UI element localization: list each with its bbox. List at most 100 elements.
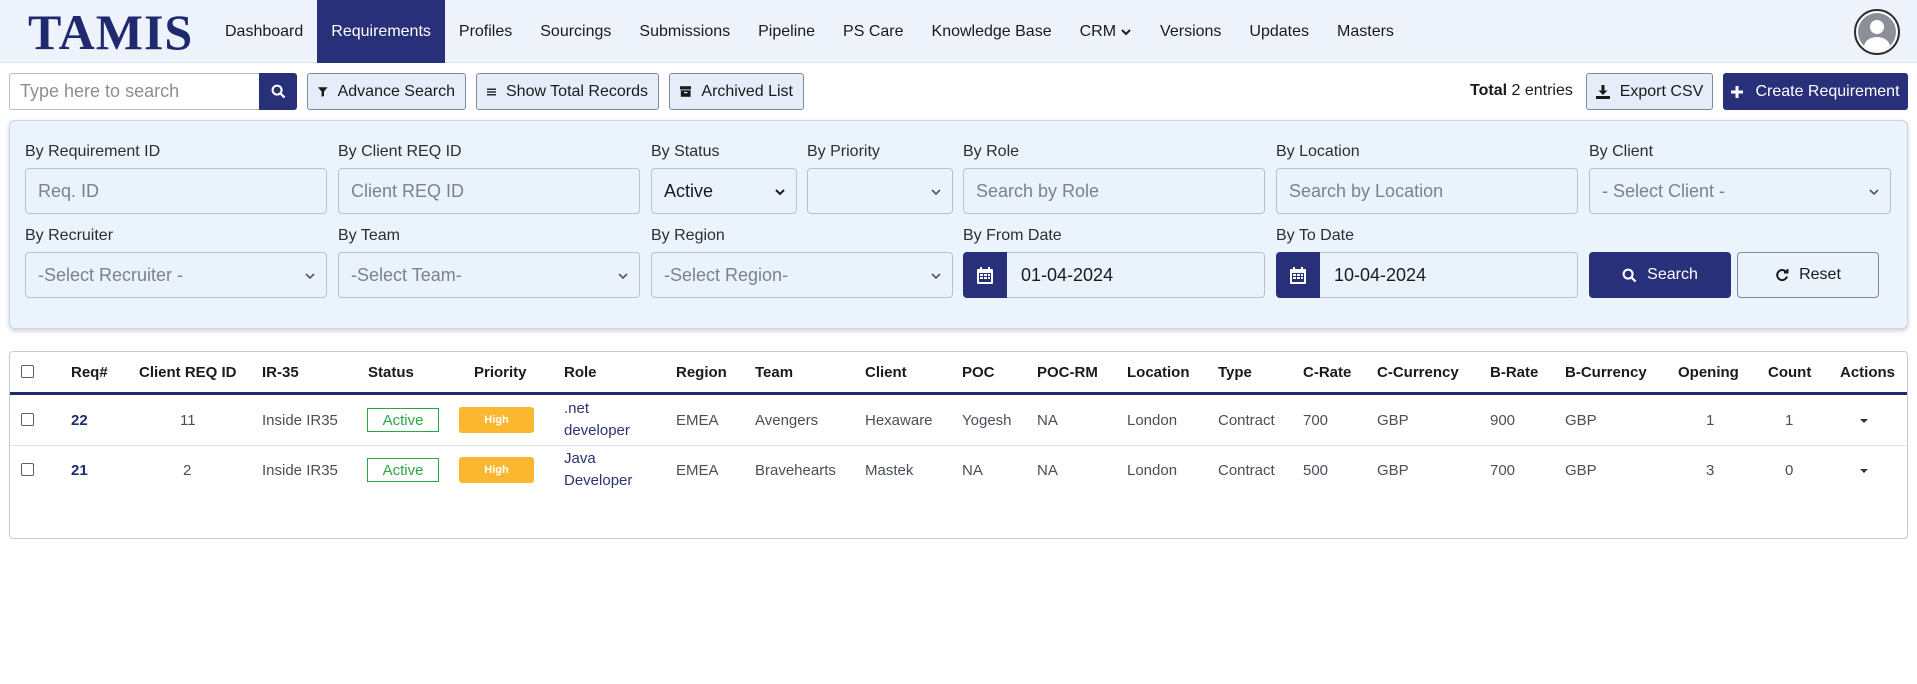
row-role-line-2: Developer	[564, 472, 633, 489]
row-b-currency: GBP	[1565, 412, 1597, 429]
row-b-rate: 900	[1490, 412, 1516, 429]
filter-search-button[interactable]: Search	[1589, 252, 1731, 298]
row-req-link[interactable]: 21	[71, 462, 88, 479]
nav-masters[interactable]: Masters	[1323, 0, 1408, 63]
from-date-field[interactable]: 01-04-2024	[963, 252, 1265, 298]
actions-caret-icon[interactable]	[1859, 468, 1869, 474]
th-region[interactable]: Region	[676, 364, 727, 381]
nav-updates[interactable]: Updates	[1235, 0, 1323, 63]
advance-search-label: Advance Search	[337, 82, 455, 100]
region-select-value: -Select Region-	[664, 264, 789, 285]
select-all-checkbox[interactable]	[21, 365, 34, 378]
th-req[interactable]: Req#	[71, 364, 108, 381]
calendar-icon[interactable]	[1276, 252, 1320, 298]
row-c-rate: 700	[1303, 412, 1329, 429]
nav-profiles[interactable]: Profiles	[445, 0, 526, 63]
th-poc[interactable]: POC	[962, 364, 995, 381]
chevron-down-icon	[305, 273, 315, 280]
advance-search-button[interactable]: Advance Search	[307, 73, 466, 110]
status-badge: Active	[367, 458, 439, 482]
row-checkbox[interactable]	[21, 413, 34, 426]
chevron-down-icon	[618, 273, 628, 280]
to-date-value[interactable]: 10-04-2024	[1320, 252, 1578, 298]
search-button[interactable]	[259, 73, 297, 110]
status-select[interactable]: Active	[651, 168, 797, 214]
th-b-rate[interactable]: B-Rate	[1490, 364, 1538, 381]
th-c-rate[interactable]: C-Rate	[1303, 364, 1351, 381]
th-count[interactable]: Count	[1768, 364, 1811, 381]
priority-select[interactable]	[807, 168, 953, 214]
th-location[interactable]: Location	[1127, 364, 1190, 381]
row-poc: NA	[962, 462, 983, 479]
role-input[interactable]: Search by Role	[963, 168, 1265, 214]
client-select[interactable]: - Select Client -	[1589, 168, 1891, 214]
recruiter-select-value: -Select Recruiter -	[38, 264, 184, 285]
nav-requirements[interactable]: Requirements	[317, 0, 445, 63]
show-total-records-button[interactable]: Show Total Records	[476, 73, 659, 110]
create-requirement-button[interactable]: Create Requirement	[1723, 73, 1908, 110]
th-opening[interactable]: Opening	[1678, 364, 1739, 381]
user-avatar[interactable]	[1854, 9, 1900, 55]
row-opening: 3	[1706, 462, 1715, 479]
th-ir35[interactable]: IR-35	[262, 364, 299, 381]
actions-caret-icon[interactable]	[1859, 418, 1869, 424]
location-input[interactable]: Search by Location	[1276, 168, 1578, 214]
nav-knowledge-base[interactable]: Knowledge Base	[918, 0, 1066, 63]
archived-list-button[interactable]: Archived List	[669, 73, 804, 110]
status-select-value: Active	[664, 180, 714, 201]
req-id-label: By Requirement ID	[25, 143, 161, 160]
th-role[interactable]: Role	[564, 364, 597, 381]
th-type[interactable]: Type	[1218, 364, 1252, 381]
th-priority[interactable]: Priority	[474, 364, 527, 381]
priority-badge: High	[459, 457, 534, 483]
th-status[interactable]: Status	[368, 364, 414, 381]
row-c-rate: 500	[1303, 462, 1329, 479]
row-poc-rm: NA	[1037, 412, 1058, 429]
search-icon	[1622, 268, 1637, 282]
th-actions: Actions	[1840, 364, 1896, 381]
nav-sourcings[interactable]: Sourcings	[526, 0, 625, 63]
filter-reset-button[interactable]: Reset	[1737, 252, 1879, 298]
client-select-value: - Select Client -	[1602, 180, 1726, 201]
export-csv-button[interactable]: Export CSV	[1586, 73, 1713, 110]
row-req-link[interactable]: 22	[71, 412, 88, 429]
nav-submissions[interactable]: Submissions	[625, 0, 744, 63]
calendar-icon[interactable]	[963, 252, 1007, 298]
plus-icon	[1731, 85, 1744, 98]
to-date-field[interactable]: 10-04-2024	[1276, 252, 1578, 298]
th-client-req-id[interactable]: Client REQ ID	[139, 364, 237, 381]
app-logo[interactable]: TAMIS	[28, 6, 193, 58]
from-date-value[interactable]: 01-04-2024	[1007, 252, 1265, 298]
chevron-down-icon	[1869, 189, 1879, 196]
from-date-label: By From Date	[963, 227, 1062, 244]
status-badge: Active	[367, 408, 439, 432]
row-opening: 1	[1706, 412, 1715, 429]
nav-crm[interactable]: CRM	[1066, 0, 1146, 63]
nav-pipeline[interactable]: Pipeline	[744, 0, 829, 63]
chevron-down-icon	[775, 189, 785, 196]
row-poc: Yogesh	[962, 412, 1012, 429]
nav-ps-care[interactable]: PS Care	[829, 0, 917, 63]
recruiter-select[interactable]: -Select Recruiter -	[25, 252, 327, 298]
role-label: By Role	[963, 143, 1020, 160]
search-icon	[271, 84, 285, 99]
th-b-currency[interactable]: B-Currency	[1565, 364, 1647, 381]
row-divider	[10, 445, 1907, 446]
req-id-input[interactable]: Req. ID	[25, 168, 327, 214]
row-checkbox[interactable]	[21, 463, 34, 476]
th-c-currency[interactable]: C-Currency	[1377, 364, 1459, 381]
row-ir35: Inside IR35	[262, 462, 338, 479]
priority-badge: High	[459, 407, 534, 433]
chevron-down-icon	[931, 273, 941, 280]
archived-list-label: Archived List	[701, 82, 793, 100]
th-team[interactable]: Team	[755, 364, 793, 381]
nav-dashboard[interactable]: Dashboard	[211, 0, 317, 63]
team-select[interactable]: -Select Team-	[338, 252, 640, 298]
th-poc-rm[interactable]: POC-RM	[1037, 364, 1098, 381]
total-value: 2 entries	[1511, 82, 1573, 99]
th-client[interactable]: Client	[865, 364, 907, 381]
search-input[interactable]	[9, 73, 261, 110]
nav-versions[interactable]: Versions	[1146, 0, 1235, 63]
region-select[interactable]: -Select Region-	[651, 252, 953, 298]
client-req-input[interactable]: Client REQ ID	[338, 168, 640, 214]
